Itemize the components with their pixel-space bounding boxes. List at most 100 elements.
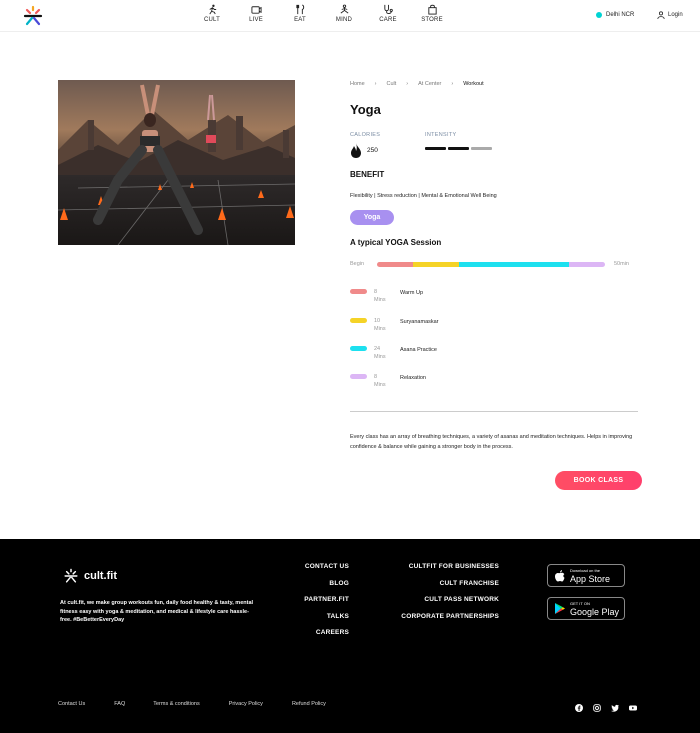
nav-label: CULT (203, 17, 221, 23)
nav-label: STORE (421, 17, 443, 23)
segment-duration: 10 Mins (374, 317, 386, 333)
breadcrumb-separator-icon: › (406, 81, 409, 87)
app-store-small-text: Download on the (570, 568, 601, 573)
segment-color-pill (350, 289, 367, 294)
segment-unit: Mins (374, 326, 386, 332)
segment-name: Asana Practice (400, 347, 437, 353)
nav-store[interactable]: STORE (410, 4, 454, 23)
nav-label: MIND (335, 17, 353, 23)
yoga-class-image (58, 80, 295, 245)
twitter-icon[interactable] (611, 699, 619, 712)
nav-mind[interactable]: MIND (322, 4, 366, 23)
segment-name: Warm Up (400, 290, 424, 296)
cult-logo-icon[interactable] (22, 5, 44, 27)
eat-icon (295, 4, 304, 15)
footer-link[interactable]: PARTNER.FIT (304, 596, 349, 613)
footer-bottom-link[interactable]: Privacy Policy (229, 701, 263, 707)
location-selector[interactable]: Delhi NCR (596, 12, 634, 18)
app-store-button[interactable]: Download on the App Store (547, 564, 625, 587)
footer-bottom-link[interactable]: Refund Policy (292, 701, 326, 707)
google-play-small-text: GET IT ON (570, 601, 590, 606)
segment-color-pill (350, 374, 367, 379)
footer-bottom-link[interactable]: FAQ (114, 701, 125, 707)
intensity-meter (425, 147, 494, 150)
footer-link[interactable]: CULT FRANCHISE (401, 580, 499, 597)
footer-link[interactable]: CORPORATE PARTNERSHIPS (401, 613, 499, 630)
location-dot-icon (596, 12, 602, 18)
nav-eat[interactable]: EAT (278, 4, 322, 23)
google-play-icon (555, 603, 565, 614)
segment-unit: Mins (374, 382, 386, 388)
segment-minutes: 24 (374, 346, 381, 352)
live-icon (250, 6, 262, 14)
nav-care[interactable]: CARE (366, 4, 410, 23)
segment-duration: 8 Mins (374, 373, 386, 389)
app-store-text: Download on the App Store (570, 567, 610, 584)
footer-brand: cult.fit (84, 570, 117, 582)
footer-link[interactable]: CULTFIT FOR BUSINESSES (401, 563, 499, 580)
timeline-segment (568, 262, 605, 267)
google-play-big-text: Google Play (570, 607, 620, 617)
google-play-text: GET IT ON Google Play (570, 600, 619, 617)
segment-minutes: 8 (374, 289, 378, 295)
app-store-big-text: App Store (570, 574, 611, 584)
segment-minutes: 8 (374, 374, 378, 380)
session-timeline (377, 262, 605, 267)
footer-link[interactable]: CULT PASS NETWORK (401, 596, 499, 613)
breadcrumb-at-center[interactable]: At Center (418, 81, 441, 87)
breadcrumb-cult[interactable]: Cult (387, 81, 397, 87)
scale-end-label: 50min (614, 261, 629, 267)
segment-unit: Mins (374, 297, 386, 303)
workout-tag[interactable]: Yoga (350, 210, 394, 225)
benefits-text: Flexibility | Stress reduction | Mental … (350, 193, 497, 199)
footer-link[interactable]: BLOG (304, 580, 349, 597)
calories-value: 250 (367, 147, 378, 154)
segment-name: Suryanamaskar (400, 319, 439, 325)
youtube-icon[interactable] (629, 699, 637, 711)
book-class-button[interactable]: BOOK CLASS (555, 471, 642, 490)
segment-duration: 8 Mins (374, 288, 386, 304)
breadcrumb-separator-icon: › (374, 81, 377, 87)
bag-icon (427, 4, 437, 15)
run-icon (208, 4, 216, 15)
footer-logo[interactable]: cult.fit (62, 568, 117, 584)
location-label: Delhi NCR (606, 12, 635, 18)
intensity-bar (425, 147, 446, 150)
top-nav-bar: CULT LIVE EAT MIND CARE STORE Delhi NCR … (0, 0, 700, 32)
segment-color-pill (350, 318, 367, 323)
social-links (575, 699, 647, 712)
apple-icon (555, 569, 565, 581)
scale-begin-label: Begin (350, 261, 365, 267)
footer-bottom-link[interactable]: Terms & conditions (153, 701, 199, 707)
instagram-icon[interactable] (593, 699, 601, 712)
segment-name: Relaxation (400, 375, 426, 381)
intensity-label: INTENSITY (425, 132, 457, 138)
footer-bottom-link[interactable]: Contact Us (58, 701, 85, 707)
footer-links-col-1: CONTACT US BLOG PARTNER.FIT TALKS CAREER… (304, 563, 349, 646)
flame-icon (351, 143, 361, 158)
segment-color-pill (350, 346, 367, 351)
nav-live[interactable]: LIVE (234, 4, 278, 23)
timeline-segment (413, 262, 460, 267)
login-button[interactable]: Login (657, 11, 683, 19)
timeline-segment (459, 262, 569, 267)
google-play-button[interactable]: GET IT ON Google Play (547, 597, 625, 620)
nav-cult[interactable]: CULT (190, 4, 234, 23)
intensity-bar (471, 147, 492, 150)
footer-link[interactable]: CONTACT US (304, 563, 349, 580)
breadcrumb: Home › Cult › At Center › Workout (350, 81, 494, 87)
nav-label: EAT (294, 17, 306, 23)
timeline-segment (377, 262, 414, 267)
footer-link[interactable]: CAREERS (304, 629, 349, 646)
login-label: Login (668, 12, 683, 18)
footer: cult.fit At cult.fit, we make group work… (0, 539, 700, 733)
breadcrumb-home[interactable]: Home (350, 81, 365, 87)
cult-logo-icon (64, 568, 78, 583)
footer-link[interactable]: TALKS (304, 613, 349, 630)
mind-icon (340, 4, 348, 14)
benefit-heading: BENEFIT (350, 170, 385, 179)
footer-links-col-2: CULTFIT FOR BUSINESSES CULT FRANCHISE CU… (401, 563, 499, 629)
main-nav: CULT LIVE EAT MIND CARE STORE (190, 4, 454, 23)
facebook-icon[interactable] (575, 699, 583, 712)
divider (350, 411, 638, 412)
